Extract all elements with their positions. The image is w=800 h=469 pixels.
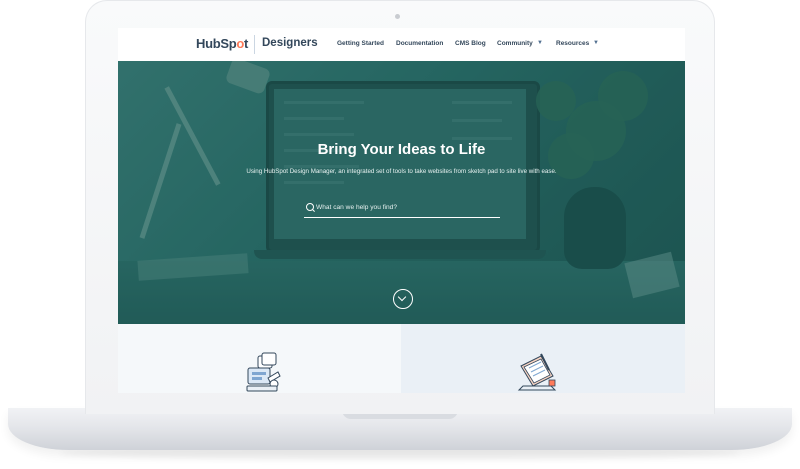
hero-title: Bring Your Ideas to Life bbox=[317, 141, 486, 158]
laptop-camera bbox=[395, 14, 400, 19]
hero-overlay bbox=[118, 61, 685, 324]
laptop-screen: HubSpot Designers Getting Started Docume… bbox=[118, 28, 685, 393]
nav-cms-blog[interactable]: CMS Blog bbox=[455, 40, 486, 47]
site-header: HubSpot Designers Getting Started Docume… bbox=[118, 28, 685, 61]
hero-search[interactable] bbox=[304, 197, 500, 218]
nav-getting-started[interactable]: Getting Started bbox=[337, 40, 384, 47]
scroll-down-button[interactable] bbox=[393, 289, 413, 309]
chevron-down-icon[interactable]: ▼ bbox=[537, 40, 543, 46]
hero-section: Bring Your Ideas to Life Using HubSpot D… bbox=[118, 61, 685, 324]
search-input[interactable] bbox=[316, 200, 496, 214]
search-icon[interactable] bbox=[306, 203, 314, 211]
design-tools-icon bbox=[246, 352, 281, 392]
feature-card-left[interactable] bbox=[118, 324, 401, 393]
logo-divider bbox=[254, 35, 255, 54]
designers-label[interactable]: Designers bbox=[262, 37, 318, 49]
hubspot-logo[interactable]: HubSpot bbox=[196, 36, 248, 51]
feature-card-right[interactable] bbox=[401, 324, 685, 393]
nav-community[interactable]: Community bbox=[497, 40, 533, 47]
hero-subtitle: Using HubSpot Design Manager, an integra… bbox=[246, 168, 557, 175]
notebook-pen-icon bbox=[517, 353, 557, 391]
chevron-down-icon[interactable]: ▼ bbox=[593, 40, 599, 46]
nav-documentation[interactable]: Documentation bbox=[396, 40, 443, 47]
nav-resources[interactable]: Resources bbox=[556, 40, 589, 47]
